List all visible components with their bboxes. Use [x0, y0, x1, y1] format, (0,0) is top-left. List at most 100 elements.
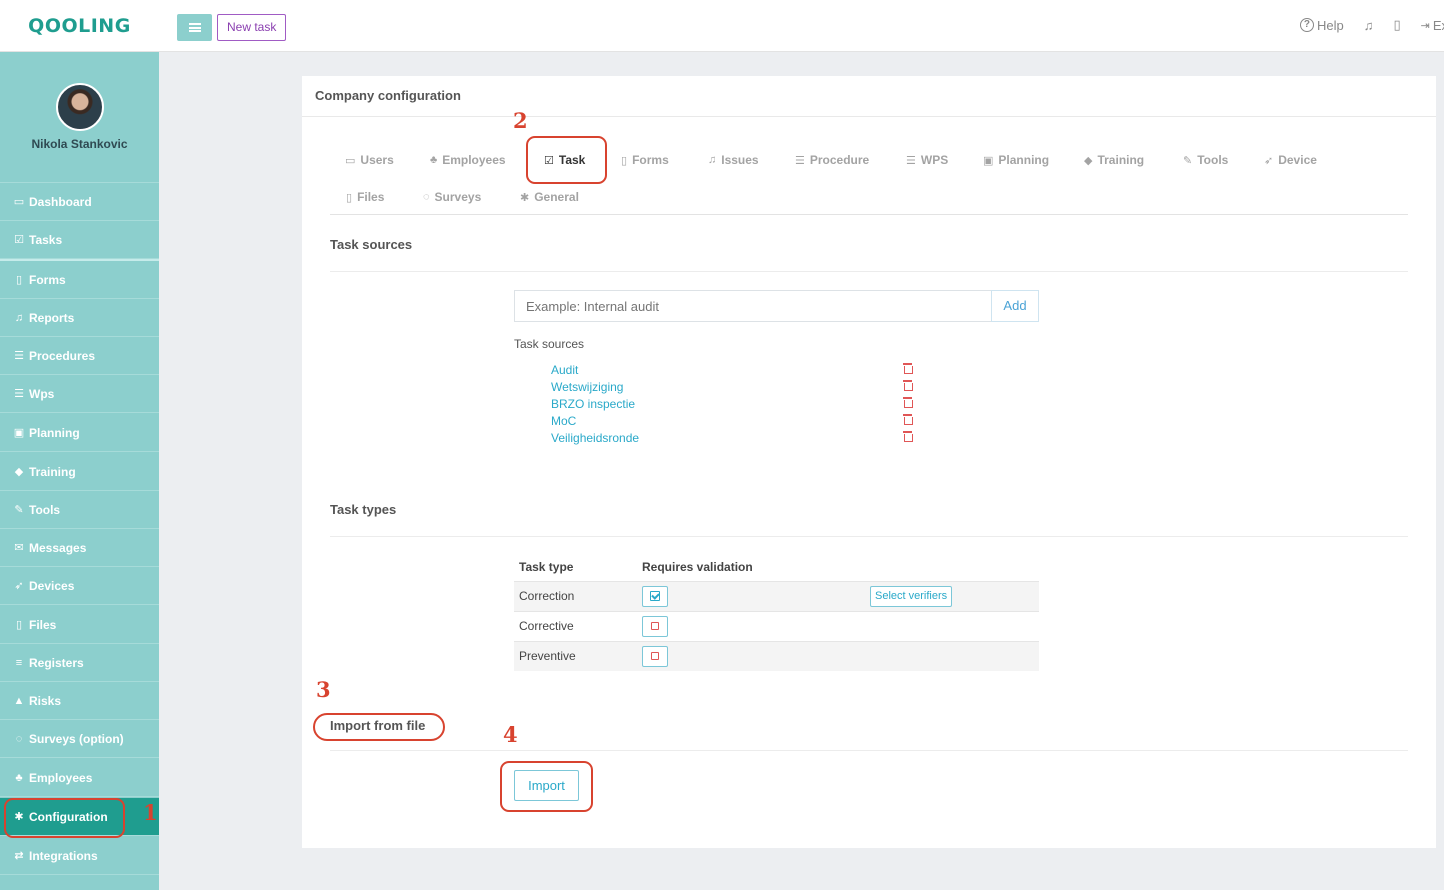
bell-icon: ♫ — [14, 311, 24, 324]
sidebar-item-label: Devices — [29, 578, 75, 593]
help-link[interactable]: ? Help — [1299, 17, 1344, 33]
tab-general[interactable]: ✱ General — [520, 187, 579, 207]
sidebar-item-tasks[interactable]: ☑ Tasks — [0, 221, 159, 259]
requires-validation-checkbox[interactable] — [642, 646, 668, 667]
sidebar-item-reports[interactable]: ♫ Reports — [0, 299, 159, 337]
sidebar-item-risks[interactable]: ▲ Risks — [0, 682, 159, 720]
comment-icon: ◌ — [15, 732, 23, 745]
warning-icon: ▲ — [13, 694, 25, 707]
question-circle-icon: ? — [1299, 18, 1314, 32]
tab-tools[interactable]: ✎ Tools — [1183, 150, 1228, 170]
help-label: Help — [1316, 17, 1344, 33]
tab-device[interactable]: ➶ Device — [1264, 150, 1317, 170]
task-source-input[interactable] — [514, 290, 992, 322]
exit-link[interactable]: ⇥ Ex — [1421, 18, 1444, 33]
sidebar-item-planning[interactable]: ▣ Planning — [0, 414, 159, 452]
tab-issues[interactable]: ♫ Issues — [708, 150, 759, 170]
exit-label: Ex — [1432, 17, 1444, 33]
task-source-link[interactable]: MoC — [551, 414, 576, 428]
sidebar-item-label: Messages — [29, 540, 87, 555]
annotation-highlight-task-tab — [526, 136, 607, 184]
sidebar-item-messages[interactable]: ✉ Messages — [0, 529, 159, 567]
tab-planning[interactable]: ▣ Planning — [983, 150, 1049, 170]
tab-wps[interactable]: ☰ WPS — [906, 150, 948, 170]
tab-users[interactable]: ▭ Users — [345, 150, 394, 170]
requires-validation-checkbox[interactable] — [642, 586, 668, 607]
book-icon[interactable]: ▯ — [1393, 17, 1400, 33]
task-type-name: Preventive — [519, 649, 576, 663]
sidebar-item-devices[interactable]: ➶ Devices — [0, 567, 159, 605]
task-source-link[interactable]: Veiligheidsronde — [551, 431, 639, 445]
sign-out-icon: ⇥ — [1420, 19, 1430, 32]
task-sources-list-label: Task sources — [514, 337, 585, 351]
file-icon: ▯ — [346, 191, 353, 204]
sidebar-item-registers[interactable]: ≡ Registers — [0, 644, 159, 682]
table-row: Correction Select verifiers — [514, 581, 1039, 611]
app-logo[interactable]: QOOLING — [0, 0, 159, 52]
section-divider — [330, 271, 1408, 272]
task-source-link[interactable]: Audit — [551, 363, 578, 377]
sidebar: Nikola Stankovic ▭ Dashboard ☑ Tasks ▯ Form… — [0, 52, 159, 890]
sidebar-item-label: Integrations — [29, 848, 98, 863]
list-icon: ≡ — [15, 656, 23, 669]
tab-surveys[interactable]: ◌ Surveys — [423, 187, 481, 207]
tab-label: Users — [360, 153, 394, 167]
select-verifiers-button[interactable]: Select verifiers — [870, 586, 953, 607]
tab-label: WPS — [920, 153, 949, 167]
sidebar-item-label: Planning — [29, 425, 80, 440]
user-name: Nikola Stankovic — [31, 137, 128, 151]
sidebar-item-dashboard[interactable]: ▭ Dashboard — [0, 183, 159, 221]
check-square-icon: ☑ — [14, 234, 24, 246]
list-icon: ☰ — [795, 154, 805, 167]
tab-training[interactable]: ◆ Training — [1084, 150, 1144, 170]
trash-icon[interactable] — [903, 431, 913, 442]
trash-icon[interactable] — [903, 397, 913, 408]
envelope-icon: ✉ — [14, 542, 24, 554]
calendar-icon: ▣ — [983, 154, 994, 167]
bell-icon[interactable]: ♫ — [1364, 18, 1374, 33]
menu-toggle-button[interactable] — [177, 14, 212, 41]
trash-icon[interactable] — [903, 363, 913, 374]
tab-label: Forms — [632, 153, 669, 167]
requires-validation-checkbox[interactable] — [642, 616, 668, 637]
sidebar-item-employees[interactable]: ♣ Employees — [0, 759, 159, 797]
tab-procedure[interactable]: ☰ Procedure — [795, 150, 869, 170]
sidebar-item-forms[interactable]: ▯ Forms — [0, 261, 159, 299]
tab-files[interactable]: ▯ Files — [346, 187, 384, 207]
tab-label: Surveys — [434, 190, 482, 204]
task-source-link[interactable]: Wetswijziging — [551, 380, 623, 394]
sidebar-item-wps[interactable]: ☰ Wps — [0, 375, 159, 413]
sidebar-item-label: Wps — [29, 386, 55, 401]
sidebar-item-surveys[interactable]: ◌ Surveys (option) — [0, 720, 159, 758]
tab-forms[interactable]: ▯ Forms — [621, 150, 669, 170]
sidebar-item-label: Tools — [29, 502, 61, 517]
trash-icon[interactable] — [903, 380, 913, 391]
sidebar-item-tools[interactable]: ✎ Tools — [0, 491, 159, 529]
avatar[interactable] — [55, 83, 104, 131]
configuration-card: Company configuration ▭ Users ♣ Employees … — [302, 76, 1436, 848]
rocket-icon: ➶ — [14, 580, 24, 592]
sidebar-item-integrations[interactable]: ⇄ Integrations — [0, 837, 159, 875]
task-source-link[interactable]: BRZO inspectie — [551, 397, 635, 411]
trash-icon[interactable] — [903, 414, 913, 425]
sidebar-item-label: Files — [29, 617, 57, 632]
sidebar-item-label: Risks — [29, 693, 62, 708]
monitor-icon: ▭ — [13, 196, 25, 208]
graduation-cap-icon: ◆ — [1084, 154, 1093, 167]
wrench-icon: ✎ — [1183, 154, 1193, 167]
task-type-name: Corrective — [519, 619, 574, 633]
table-row: Corrective — [514, 611, 1039, 641]
sidebar-item-label: Forms — [29, 272, 66, 287]
sidebar-item-files[interactable]: ▯ Files — [0, 606, 159, 644]
table-row: Preventive — [514, 641, 1039, 671]
add-task-source-button[interactable]: Add — [991, 290, 1039, 322]
wrench-icon: ✎ — [14, 504, 24, 516]
sidebar-item-label: Training — [29, 464, 76, 479]
sidebar-item-procedures[interactable]: ☰ Procedures — [0, 337, 159, 375]
section-divider — [330, 750, 1408, 751]
tab-label: Issues — [721, 153, 759, 167]
sidebar-item-training[interactable]: ◆ Training — [0, 453, 159, 491]
new-task-button[interactable]: New task — [217, 14, 287, 41]
annotation-number: 1 — [143, 800, 158, 825]
tab-employees[interactable]: ♣ Employees — [430, 150, 506, 170]
